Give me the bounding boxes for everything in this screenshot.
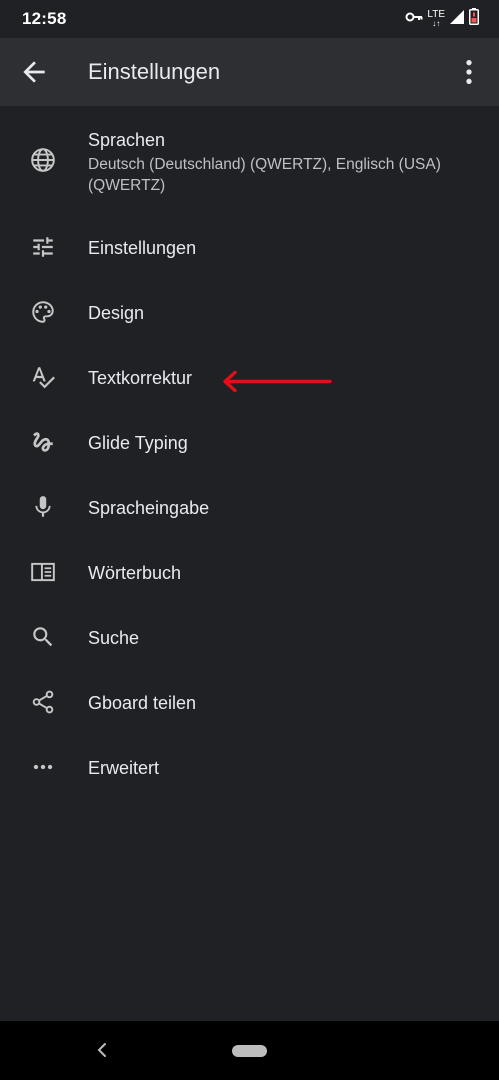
vpn-key-icon xyxy=(405,10,423,28)
menu-item-glide-typing[interactable]: Glide Typing xyxy=(0,411,499,475)
nav-home-pill[interactable] xyxy=(232,1045,267,1057)
menu-item-label: Gboard teilen xyxy=(88,693,197,713)
status-icons: LTE ↓↑ xyxy=(405,8,479,30)
battery-low-icon xyxy=(469,8,479,30)
menu-item-gboard-teilen[interactable]: Gboard teilen xyxy=(0,671,499,735)
more-vert-icon xyxy=(466,60,472,84)
menu-item-einstellungen[interactable]: Einstellungen xyxy=(0,216,499,280)
lte-icon: LTE ↓↑ xyxy=(427,9,445,28)
back-button[interactable] xyxy=(18,56,50,88)
menu-item-label: Sprachen xyxy=(88,130,166,150)
menu-item-label: Wörterbuch xyxy=(88,563,182,583)
page-title: Einstellungen xyxy=(88,59,221,84)
menu-item-design[interactable]: Design xyxy=(0,281,499,345)
overflow-menu-button[interactable] xyxy=(453,56,485,88)
chevron-left-icon xyxy=(97,1043,106,1057)
mic-icon xyxy=(29,493,57,521)
menu-item-woerterbuch[interactable]: Wörterbuch xyxy=(0,541,499,605)
menu-item-label: Design xyxy=(88,303,145,323)
annotation-arrow xyxy=(220,368,335,401)
nav-back-button[interactable] xyxy=(92,1040,112,1065)
menu-item-label: Spracheingabe xyxy=(88,498,210,518)
signal-icon xyxy=(449,9,465,30)
search-icon xyxy=(29,623,57,651)
globe-icon xyxy=(29,146,57,174)
menu-item-suche[interactable]: Suche xyxy=(0,606,499,670)
share-icon xyxy=(29,688,57,716)
gesture-icon xyxy=(29,428,57,456)
menu-item-label: Suche xyxy=(88,628,140,648)
menu-item-label: Erweitert xyxy=(88,758,160,778)
dictionary-icon xyxy=(29,558,57,586)
menu-item-sublabel: Deutsch (Deutschland) (QWERTZ), Englisch… xyxy=(88,156,441,194)
menu-item-label: Einstellungen xyxy=(88,238,197,258)
menu-item-erweitert[interactable]: Erweitert xyxy=(0,736,499,800)
status-bar: 12:58 LTE ↓↑ xyxy=(0,0,499,38)
more-horiz-icon xyxy=(29,753,57,781)
arrow-back-icon xyxy=(23,61,45,83)
menu-item-spracheingabe[interactable]: Spracheingabe xyxy=(0,476,499,540)
menu-item-sprachen[interactable]: Sprachen Deutsch (Deutschland) (QWERTZ),… xyxy=(0,106,499,202)
spellcheck-icon xyxy=(29,363,57,391)
tune-icon xyxy=(29,233,57,261)
app-bar: Einstellungen xyxy=(0,38,499,106)
menu-item-label: Textkorrektur xyxy=(88,368,193,388)
palette-icon xyxy=(29,298,57,326)
menu-item-label: Glide Typing xyxy=(88,433,188,453)
status-time: 12:58 xyxy=(22,9,67,28)
